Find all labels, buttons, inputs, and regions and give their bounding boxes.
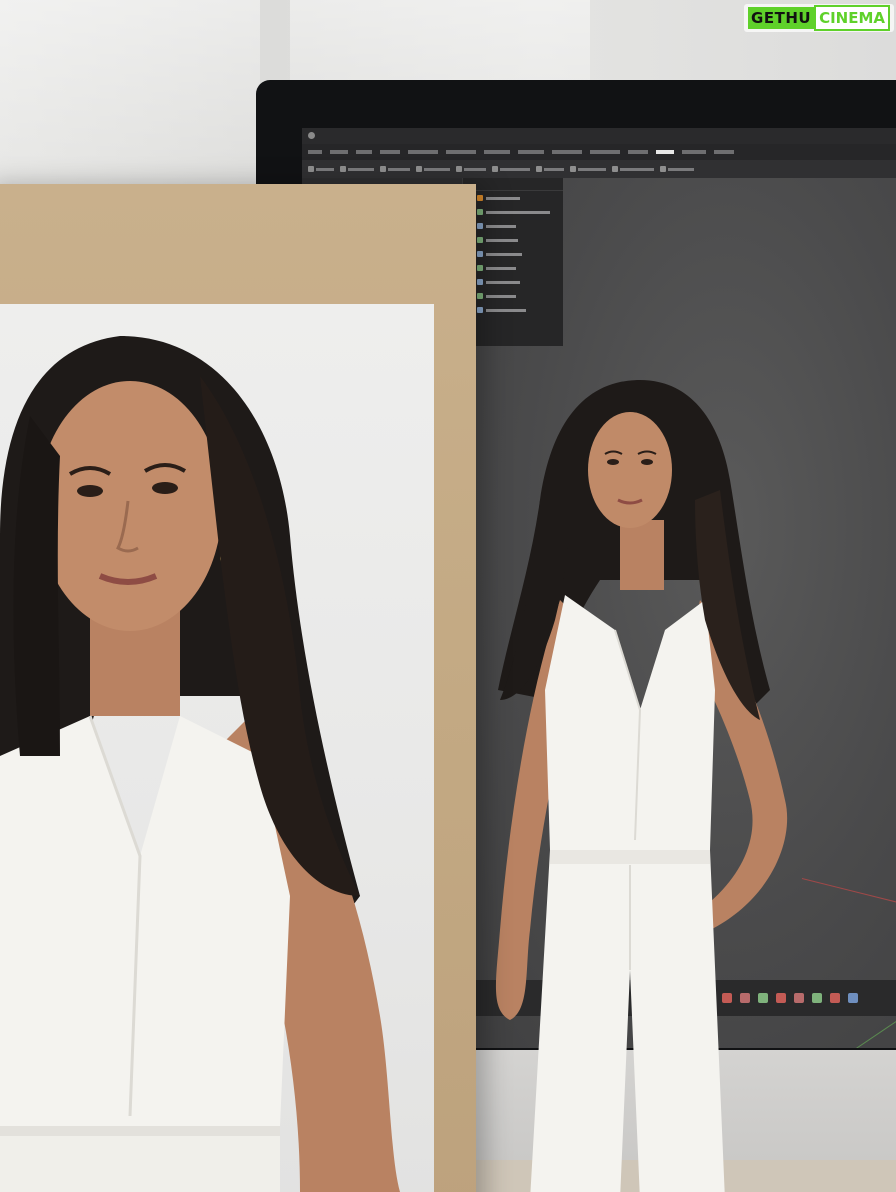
outliner-label-placeholder <box>486 224 516 228</box>
app-title-bar <box>302 128 896 144</box>
object-icon <box>477 209 483 215</box>
menu-item[interactable] <box>682 150 706 154</box>
menu-item[interactable] <box>380 150 400 154</box>
logo-brand-right: CINEMA <box>814 5 890 31</box>
outliner-label-placeholder <box>486 294 516 298</box>
menu-item[interactable] <box>446 150 476 154</box>
menu-item[interactable] <box>552 150 582 154</box>
logo-brand-left: GETHU <box>748 7 815 29</box>
woman-in-print <box>0 336 400 1192</box>
object-icon <box>477 279 483 285</box>
outliner-label-placeholder <box>486 210 550 214</box>
outliner-label-placeholder <box>486 266 516 270</box>
outliner-item[interactable] <box>463 233 563 247</box>
outliner-item[interactable] <box>463 191 563 205</box>
menu-item[interactable] <box>656 150 674 154</box>
tool-button[interactable] <box>492 166 530 172</box>
tool-button[interactable] <box>536 166 564 172</box>
tool-icon <box>308 166 314 172</box>
scene-outliner <box>462 178 563 346</box>
menu-item[interactable] <box>628 150 648 154</box>
tool-button[interactable] <box>660 166 694 172</box>
tool-icon <box>612 166 618 172</box>
outliner-item[interactable] <box>463 205 563 219</box>
watermark-logo: GETHU CINEMA <box>744 4 894 32</box>
app-menu-bar <box>302 144 896 160</box>
outliner-item[interactable] <box>463 289 563 303</box>
object-icon <box>477 251 483 257</box>
tool-button[interactable] <box>416 166 450 172</box>
tool-label-placeholder <box>348 167 374 171</box>
outliner-item[interactable] <box>463 261 563 275</box>
object-icon <box>477 195 483 201</box>
menu-item[interactable] <box>330 150 348 154</box>
outliner-label-placeholder <box>486 308 526 312</box>
object-icon <box>477 237 483 243</box>
tool-label-placeholder <box>424 167 450 171</box>
object-icon <box>477 307 483 313</box>
photo-scene: GETHU CINEMA <box>0 0 896 1192</box>
window-icon <box>308 132 315 139</box>
outliner-item[interactable] <box>463 303 563 317</box>
tool-button[interactable] <box>570 166 606 172</box>
tool-button[interactable] <box>340 166 374 172</box>
outliner-label-placeholder <box>486 196 520 200</box>
tool-label-placeholder <box>388 167 410 171</box>
outliner-item[interactable] <box>463 247 563 261</box>
tool-icon <box>456 166 462 172</box>
menu-item[interactable] <box>408 150 438 154</box>
tool-label-placeholder <box>668 167 694 171</box>
outliner-item[interactable] <box>463 219 563 233</box>
outliner-label-placeholder <box>486 280 520 284</box>
tool-label-placeholder <box>464 167 486 171</box>
timeline-key-icon[interactable] <box>830 993 840 1003</box>
outliner-item[interactable] <box>463 275 563 289</box>
tool-label-placeholder <box>500 167 530 171</box>
tool-icon <box>570 166 576 172</box>
outliner-label-placeholder <box>486 238 518 242</box>
tool-icon <box>660 166 666 172</box>
tool-icon <box>416 166 422 172</box>
menu-item[interactable] <box>356 150 372 154</box>
tool-label-placeholder <box>578 167 606 171</box>
menu-item[interactable] <box>590 150 620 154</box>
menu-item[interactable] <box>484 150 510 154</box>
menu-item[interactable] <box>308 150 322 154</box>
menu-item[interactable] <box>518 150 544 154</box>
tool-icon <box>536 166 542 172</box>
woman-on-screen <box>495 380 788 1192</box>
tool-button[interactable] <box>456 166 486 172</box>
object-icon <box>477 265 483 271</box>
tool-icon <box>492 166 498 172</box>
outliner-label-placeholder <box>486 252 522 256</box>
outliner-filter <box>463 184 563 191</box>
app-toolbar <box>302 160 896 178</box>
menu-item[interactable] <box>714 150 734 154</box>
tool-label-placeholder <box>316 167 334 171</box>
tool-button[interactable] <box>308 166 334 172</box>
object-icon <box>477 223 483 229</box>
object-icon <box>477 293 483 299</box>
tool-label-placeholder <box>544 167 564 171</box>
tool-button[interactable] <box>380 166 410 172</box>
tool-icon <box>380 166 386 172</box>
timeline-key-icon[interactable] <box>848 993 858 1003</box>
tool-label-placeholder <box>620 167 654 171</box>
wall-highlight <box>0 0 260 200</box>
tool-button[interactable] <box>612 166 654 172</box>
tool-icon <box>340 166 346 172</box>
